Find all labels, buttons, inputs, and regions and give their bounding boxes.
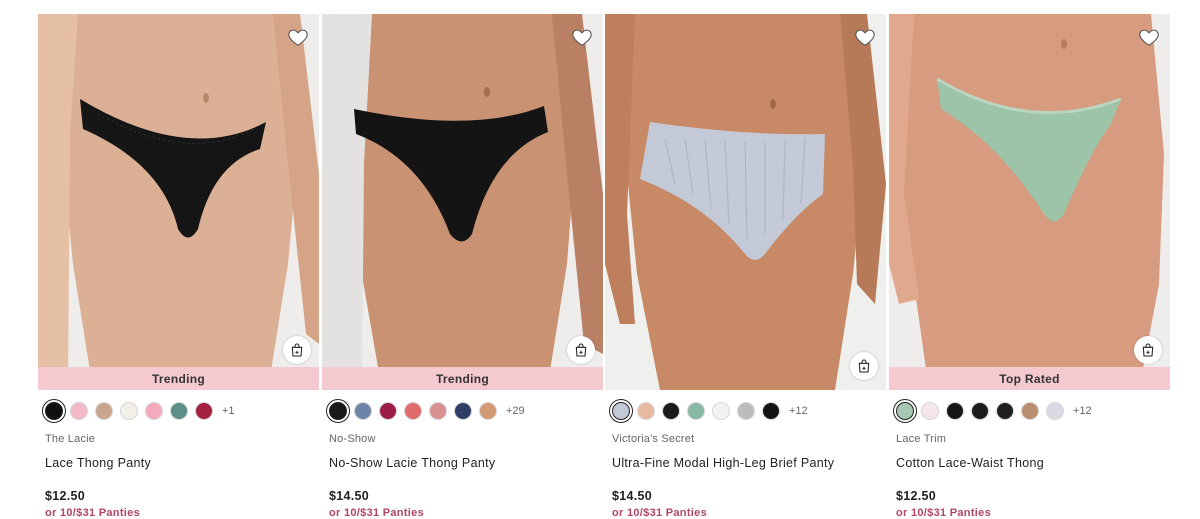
product-promo: or 10/$31 Panties [896,507,991,519]
product-card[interactable]: +12 Victoria's Secret Ultra-Fine Modal H… [605,14,886,519]
shopping-bag-icon[interactable] [283,336,311,364]
color-swatch[interactable] [70,402,88,420]
shopping-bag-icon[interactable] [850,352,878,380]
heart-icon[interactable] [854,26,876,48]
product-card[interactable]: Top Rated +12 Lace Trim Cotton Lace-Wais… [889,14,1170,519]
color-swatch[interactable] [42,399,66,423]
color-swatch[interactable] [170,402,188,420]
color-swatch[interactable] [893,399,917,423]
product-promo: or 10/$31 Panties [45,507,140,519]
shopping-bag-icon[interactable] [1134,336,1162,364]
color-swatch[interactable] [762,402,780,420]
color-swatch[interactable] [326,399,350,423]
more-colors-count[interactable]: +29 [506,405,525,417]
product-brand: Victoria's Secret [612,433,695,445]
color-swatch[interactable] [379,402,397,420]
color-swatch[interactable] [195,402,213,420]
product-card[interactable]: Trending +1 The Lacie Lace Thong Panty $… [38,14,319,519]
color-swatch[interactable] [637,402,655,420]
product-photo [889,14,1170,390]
product-name[interactable]: Lace Thong Panty [45,456,319,470]
heart-icon[interactable] [287,26,309,48]
more-colors-count[interactable]: +12 [789,405,808,417]
color-swatch[interactable] [120,402,138,420]
product-badge: Trending [322,367,603,390]
product-price: $14.50 [612,489,653,503]
color-swatches: +12 [609,399,886,423]
product-image[interactable]: Trending [322,14,603,390]
color-swatch[interactable] [712,402,730,420]
product-photo [38,14,319,390]
product-promo: or 10/$31 Panties [612,507,707,519]
product-image[interactable] [605,14,886,390]
product-brand: Lace Trim [896,433,947,445]
color-swatch[interactable] [1021,402,1039,420]
product-price: $14.50 [329,489,370,503]
product-card[interactable]: Trending +29 No-Show No-Show Lacie Thong… [322,14,603,519]
color-swatches: +12 [893,399,1170,423]
color-swatch[interactable] [946,402,964,420]
product-name[interactable]: No-Show Lacie Thong Panty [329,456,603,470]
product-photo [322,14,603,390]
product-promo: or 10/$31 Panties [329,507,424,519]
color-swatch[interactable] [737,402,755,420]
color-swatch[interactable] [429,402,447,420]
color-swatch[interactable] [687,402,705,420]
product-brand: The Lacie [45,433,96,445]
product-image[interactable]: Trending [38,14,319,390]
color-swatch[interactable] [921,402,939,420]
color-swatch[interactable] [454,402,472,420]
color-swatch[interactable] [479,402,497,420]
color-swatch[interactable] [354,402,372,420]
color-swatch[interactable] [971,402,989,420]
product-name[interactable]: Cotton Lace-Waist Thong [896,456,1170,470]
color-swatches: +1 [42,399,319,423]
product-brand: No-Show [329,433,376,445]
heart-icon[interactable] [571,26,593,48]
color-swatch[interactable] [95,402,113,420]
product-image[interactable]: Top Rated [889,14,1170,390]
product-grid: Trending +1 The Lacie Lace Thong Panty $… [0,0,1200,519]
product-price: $12.50 [45,489,86,503]
color-swatch[interactable] [404,402,422,420]
color-swatch[interactable] [1046,402,1064,420]
product-photo [605,14,886,390]
color-swatch[interactable] [662,402,680,420]
heart-icon[interactable] [1138,26,1160,48]
color-swatch[interactable] [609,399,633,423]
product-badge: Top Rated [889,367,1170,390]
shopping-bag-icon[interactable] [567,336,595,364]
color-swatch[interactable] [996,402,1014,420]
product-badge: Trending [38,367,319,390]
product-name[interactable]: Ultra-Fine Modal High-Leg Brief Panty [612,456,886,470]
more-colors-count[interactable]: +1 [222,405,235,417]
color-swatch[interactable] [145,402,163,420]
more-colors-count[interactable]: +12 [1073,405,1092,417]
color-swatches: +29 [326,399,603,423]
product-price: $12.50 [896,489,937,503]
